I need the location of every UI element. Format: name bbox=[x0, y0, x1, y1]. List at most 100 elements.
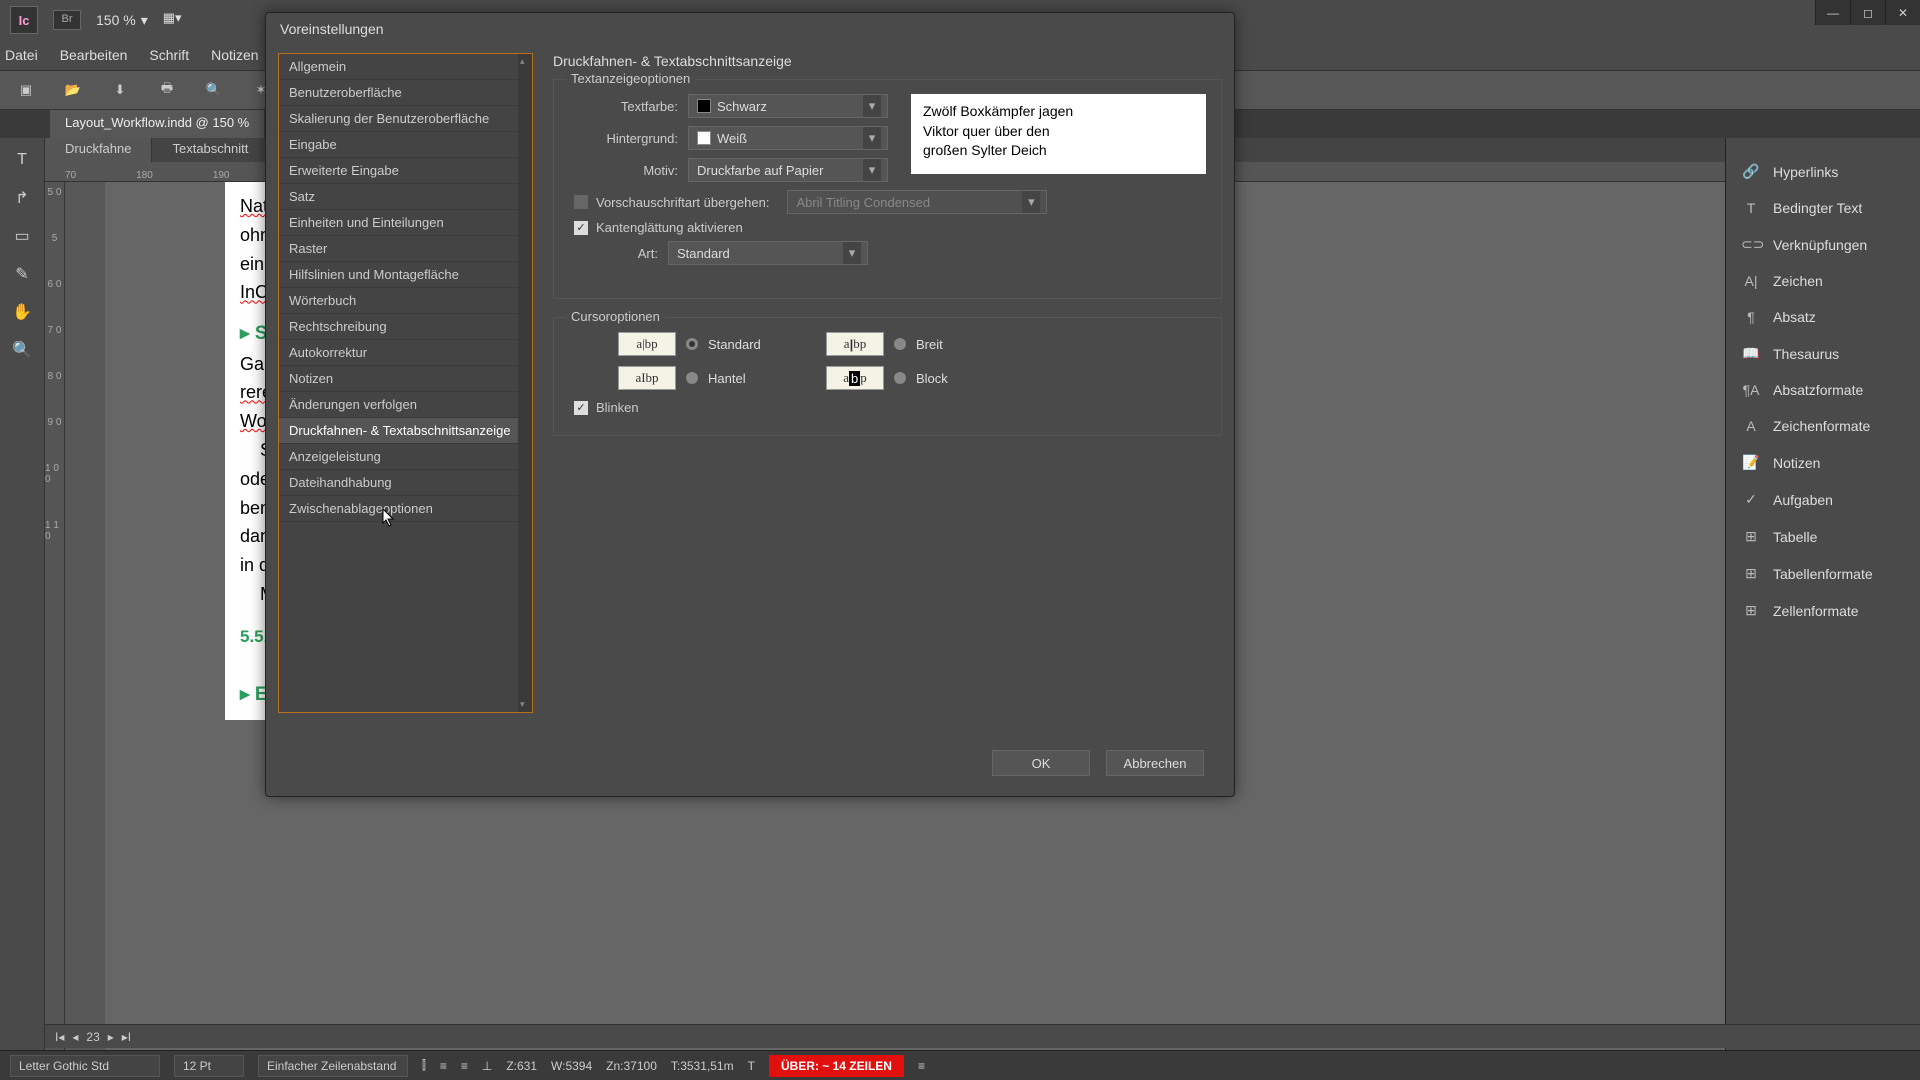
view-mode-icon[interactable]: ▦▾ bbox=[163, 10, 183, 30]
cursor-breit-radio[interactable] bbox=[894, 338, 906, 350]
zoom-select[interactable]: 150 % bbox=[96, 12, 148, 29]
nav-prev-icon[interactable]: ◂ bbox=[72, 1030, 78, 1044]
text-icon: T bbox=[748, 1059, 755, 1073]
panel-item[interactable]: ✓Aufgaben bbox=[1726, 481, 1920, 518]
maximize-button[interactable]: ◻ bbox=[1850, 0, 1885, 25]
override-font-dropdown: Abril Titling Condensed bbox=[787, 190, 1047, 214]
category-item[interactable]: Anzeigeleistung bbox=[279, 444, 532, 470]
nav-next-icon[interactable]: ▸ bbox=[108, 1030, 114, 1044]
nav-first-icon[interactable]: I◂ bbox=[55, 1030, 64, 1044]
panel-title: Druckfahnen- & Textabschnittsanzeige bbox=[553, 53, 1222, 69]
columns-icon[interactable]: ⫿ bbox=[422, 1058, 426, 1073]
ok-button[interactable]: OK bbox=[992, 750, 1090, 776]
leading-select[interactable]: Einfacher Zeilenabstand bbox=[258, 1055, 408, 1077]
antialias-type-dropdown[interactable]: Standard bbox=[668, 241, 868, 265]
panel-item[interactable]: ⊞Tabelle bbox=[1726, 518, 1920, 555]
category-item[interactable]: Skalierung der Benutzeroberfläche bbox=[279, 106, 532, 132]
overset-warning: ÜBER: ~ 14 ZEILEN bbox=[769, 1055, 904, 1077]
category-item[interactable]: Notizen bbox=[279, 366, 532, 392]
open-icon[interactable]: 📂 bbox=[62, 79, 84, 101]
category-list[interactable]: AllgemeinBenutzeroberflächeSkalierung de… bbox=[278, 53, 533, 713]
bridge-badge[interactable]: Br bbox=[53, 10, 81, 30]
panel-item-icon: ⊞ bbox=[1741, 528, 1761, 545]
menu-type[interactable]: Schrift bbox=[149, 47, 189, 63]
panel-item[interactable]: ⊞Tabellenformate bbox=[1726, 555, 1920, 592]
category-item[interactable]: Dateihandhabung bbox=[279, 470, 532, 496]
panel-item[interactable]: 📝Notizen bbox=[1726, 444, 1920, 481]
document-tab[interactable]: Layout_Workflow.indd @ 150 % bbox=[50, 110, 264, 138]
antialias-label: Kantenglättung aktivieren bbox=[596, 220, 743, 235]
theme-dropdown[interactable]: Druckfarbe auf Papier bbox=[688, 158, 888, 182]
left-toolbox: T ↱ ▭ ✎ ✋ 🔍 bbox=[0, 138, 45, 1050]
note-tool-icon[interactable]: ▭ bbox=[8, 222, 36, 250]
cursor-standard-radio[interactable] bbox=[686, 338, 698, 350]
cursor-block-radio[interactable] bbox=[894, 372, 906, 384]
category-item[interactable]: Erweiterte Eingabe bbox=[279, 158, 532, 184]
background-label: Hintergrund: bbox=[568, 131, 678, 146]
category-item[interactable]: Satz bbox=[279, 184, 532, 210]
nav-last-icon[interactable]: ▸I bbox=[122, 1030, 131, 1044]
category-item[interactable]: Autokorrektur bbox=[279, 340, 532, 366]
category-item[interactable]: Einheiten und Einteilungen bbox=[279, 210, 532, 236]
stat-z: Z:631 bbox=[506, 1059, 537, 1073]
panel-item[interactable]: ⊂⊃Verknüpfungen bbox=[1726, 226, 1920, 263]
category-item[interactable]: Benutzeroberfläche bbox=[279, 80, 532, 106]
override-font-checkbox[interactable] bbox=[574, 195, 588, 209]
menu-edit[interactable]: Bearbeiten bbox=[60, 47, 128, 63]
page-number[interactable]: 23 bbox=[86, 1030, 99, 1044]
view-tab-galley[interactable]: Druckfahne bbox=[45, 138, 152, 162]
panel-item-icon: A| bbox=[1741, 273, 1761, 289]
menu-icon[interactable]: ≡ bbox=[918, 1059, 925, 1073]
panel-item[interactable]: A|Zeichen bbox=[1726, 263, 1920, 299]
panel-item[interactable]: TBedingter Text bbox=[1726, 190, 1920, 226]
justify-icon[interactable]: ≡ bbox=[461, 1059, 468, 1073]
type-tool-icon[interactable]: T bbox=[8, 146, 36, 174]
font-select[interactable]: Letter Gothic Std bbox=[10, 1055, 160, 1077]
hand-tool-icon[interactable]: ✋ bbox=[8, 298, 36, 326]
window-controls: — ◻ ✕ bbox=[1815, 0, 1920, 25]
cursor-options-group: Cursoroptionen a|bp Standard a|bp Breit … bbox=[553, 317, 1222, 436]
antialias-checkbox[interactable]: ✓ bbox=[574, 221, 588, 235]
category-item[interactable]: Eingabe bbox=[279, 132, 532, 158]
app-icon: Ic bbox=[10, 6, 38, 34]
menu-notes[interactable]: Notizen bbox=[211, 47, 258, 63]
panel-item-icon: ¶ bbox=[1741, 309, 1761, 325]
close-button[interactable]: ✕ bbox=[1885, 0, 1920, 25]
view-tab-story[interactable]: Textabschnitt bbox=[152, 138, 269, 162]
scrollbar[interactable] bbox=[518, 54, 532, 712]
category-item[interactable]: Änderungen verfolgen bbox=[279, 392, 532, 418]
category-item[interactable]: Hilfslinien und Montagefläche bbox=[279, 262, 532, 288]
size-select[interactable]: 12 Pt bbox=[174, 1055, 244, 1077]
category-item[interactable]: Wörterbuch bbox=[279, 288, 532, 314]
print-icon[interactable]: 🖶 bbox=[156, 79, 178, 101]
position-tool-icon[interactable]: ↱ bbox=[8, 184, 36, 212]
new-icon[interactable]: ▣ bbox=[15, 79, 37, 101]
panel-item[interactable]: 🔗Hyperlinks bbox=[1726, 153, 1920, 190]
menu-file[interactable]: Datei bbox=[5, 47, 38, 63]
zoom-tool-icon[interactable]: 🔍 bbox=[8, 336, 36, 364]
swatch-white bbox=[697, 131, 711, 145]
align-icon[interactable]: ≡ bbox=[440, 1059, 447, 1073]
category-item[interactable]: Rechtschreibung bbox=[279, 314, 532, 340]
panel-item-icon: ✓ bbox=[1741, 491, 1761, 508]
panel-item[interactable]: 📖Thesaurus bbox=[1726, 335, 1920, 372]
panel-item[interactable]: ⊞Zellenformate bbox=[1726, 592, 1920, 629]
panel-item[interactable]: AZeichenformate bbox=[1726, 408, 1920, 444]
panel-item[interactable]: ¶Absatz bbox=[1726, 299, 1920, 335]
eyedropper-tool-icon[interactable]: ✎ bbox=[8, 260, 36, 288]
category-item[interactable]: Allgemein bbox=[279, 54, 532, 80]
save-icon[interactable]: ⬇ bbox=[109, 79, 131, 101]
panel-item-icon: T bbox=[1741, 200, 1761, 216]
search-icon[interactable]: 🔍 bbox=[203, 79, 225, 101]
background-dropdown[interactable]: Weiß bbox=[688, 126, 888, 150]
panel-item[interactable]: ¶AAbsatzformate bbox=[1726, 372, 1920, 408]
category-item[interactable]: Druckfahnen- & Textabschnittsanzeige bbox=[279, 418, 532, 444]
category-item[interactable]: Zwischenablageoptionen bbox=[279, 496, 532, 522]
textcolor-dropdown[interactable]: Schwarz bbox=[688, 94, 888, 118]
cursor-hantel-radio[interactable] bbox=[686, 372, 698, 384]
blink-checkbox[interactable]: ✓ bbox=[574, 401, 588, 415]
cancel-button[interactable]: Abbrechen bbox=[1106, 750, 1204, 776]
stat-t: T:3531,51m bbox=[671, 1059, 734, 1073]
category-item[interactable]: Raster bbox=[279, 236, 532, 262]
minimize-button[interactable]: — bbox=[1815, 0, 1850, 25]
